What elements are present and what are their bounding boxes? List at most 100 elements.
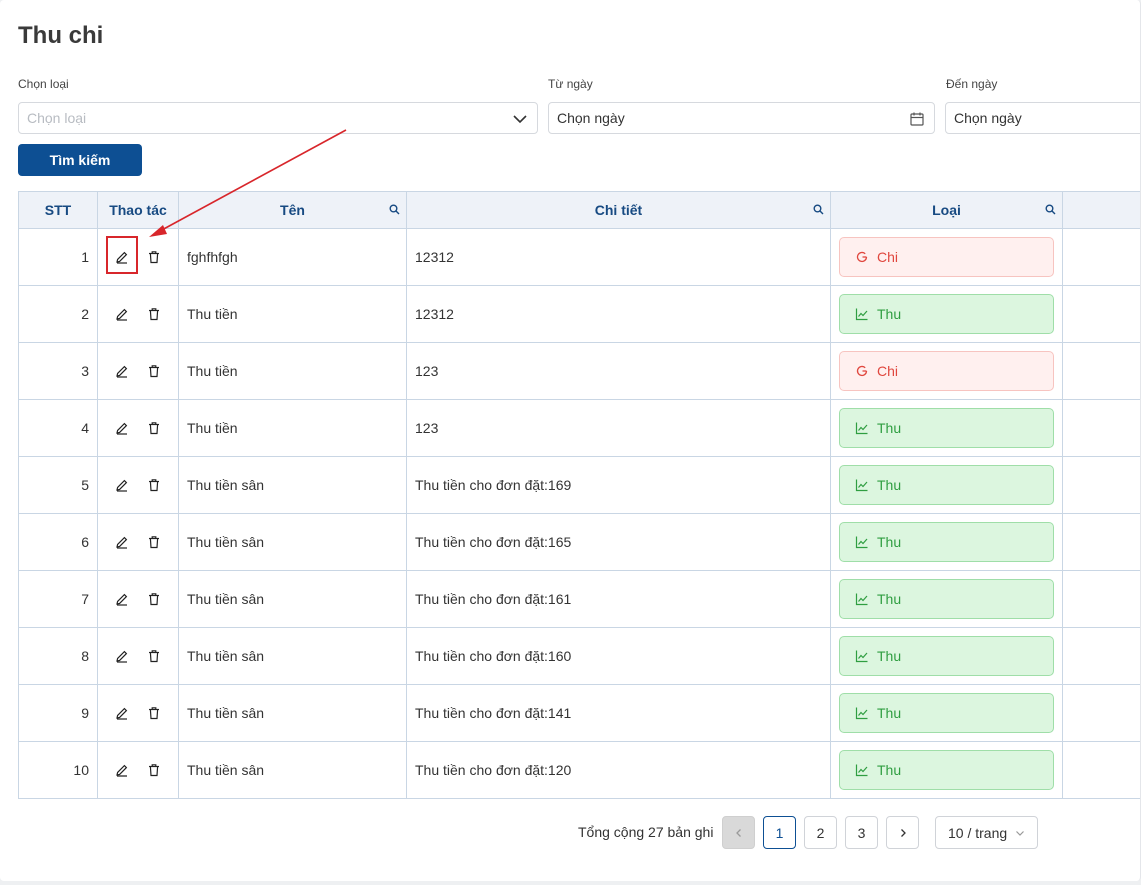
edit-button[interactable] [111,360,133,382]
row-actions [97,627,179,685]
row-actions [97,456,179,514]
row-detail: Thu tiền cho đơn đặt:169 [406,456,831,514]
edit-button[interactable] [111,702,133,724]
row-name: Thu tiền [178,285,407,343]
delete-button[interactable] [143,588,165,610]
col-type-label: Loại [932,202,961,218]
table-row: 2 Thu tiền 12312 Thu [18,285,1140,343]
row-type: Thu [830,684,1063,742]
delete-button[interactable] [143,303,165,325]
next-page-button[interactable] [886,816,919,849]
edit-button[interactable] [106,236,138,274]
type-select[interactable]: Chọn loại [18,102,538,134]
row-detail: 123 [406,399,831,457]
row-name: Thu tiền sân [178,627,407,685]
row-extra [1062,627,1140,685]
chevron-right-icon [900,828,906,837]
main-card: Thu chi Chọn loại Từ ngày Đến ngày Chọn … [0,0,1141,881]
row-actions [97,684,179,742]
type-badge: Thu [839,636,1054,676]
delete-button[interactable] [143,759,165,781]
from-date-input[interactable]: Chọn ngày [548,102,935,134]
row-type: Thu [830,285,1063,343]
search-icon[interactable] [1045,204,1056,215]
type-badge: Thu [839,693,1054,733]
type-filter-label: Chọn loại [18,77,69,91]
delete-button[interactable] [143,417,165,439]
table-row: 5 Thu tiền sân Thu tiền cho đơn đặt:169 Thu [18,456,1140,514]
type-select-placeholder: Chọn loại [27,110,87,126]
search-icon[interactable] [389,204,400,215]
row-name: Thu tiền [178,342,407,400]
search-icon[interactable] [813,204,824,215]
col-type: Loại [830,191,1063,229]
row-extra [1062,342,1140,400]
page-size-value: 10 / trang [948,824,1008,841]
page-button-3[interactable]: 3 [845,816,878,849]
delete-button[interactable] [143,474,165,496]
chevron-down-icon [1016,830,1025,836]
from-date-value: Chọn ngày [557,110,625,126]
row-detail: Thu tiền cho đơn đặt:161 [406,570,831,628]
income-chart-icon [855,707,868,720]
income-chart-icon [855,764,868,777]
page-button-2[interactable]: 2 [804,816,837,849]
delete-button[interactable] [143,645,165,667]
edit-button[interactable] [111,303,133,325]
trash-icon [149,479,159,492]
row-extra [1062,570,1140,628]
row-stt: 10 [18,741,98,799]
col-stt: STT [18,191,98,229]
edit-icon [116,764,128,777]
type-badge-label: Thu [877,420,902,436]
type-badge: Thu [839,294,1054,334]
edit-button[interactable] [111,417,133,439]
to-date-input[interactable]: Chọn ngày [945,102,1140,134]
edit-button[interactable] [111,474,133,496]
row-extra [1062,684,1140,742]
edit-icon [116,308,128,321]
edit-icon [116,650,128,663]
edit-button[interactable] [111,645,133,667]
edit-icon [116,365,128,378]
delete-button[interactable] [143,702,165,724]
delete-button[interactable] [143,531,165,553]
row-stt: 7 [18,570,98,628]
row-actions [97,399,179,457]
edit-icon [116,479,128,492]
edit-button[interactable] [111,759,133,781]
type-badge-label: Thu [877,477,902,493]
row-stt: 6 [18,513,98,571]
edit-button[interactable] [111,531,133,553]
trash-icon [149,650,159,663]
table-row: 8 Thu tiền sân Thu tiền cho đơn đặt:160 Thu [18,627,1140,685]
income-chart-icon [855,593,868,606]
type-badge-label: Chi [877,363,899,379]
to-date-label: Đến ngày [946,77,998,91]
search-button[interactable]: Tìm kiếm [18,144,142,176]
expense-icon [856,251,868,263]
row-detail: 12312 [406,228,831,286]
edit-highlight-box [106,236,138,274]
page-size-select[interactable]: 10 / trang [935,816,1038,849]
type-badge: Chi [839,237,1054,277]
table-row: 3 Thu tiền 123 Chi [18,342,1140,400]
edit-icon [116,707,128,720]
delete-button[interactable] [143,360,165,382]
row-actions [97,741,179,799]
page-button-1[interactable]: 1 [763,816,796,849]
table-row: 9 Thu tiền sân Thu tiền cho đơn đặt:141 Thu [18,684,1140,742]
row-stt: 8 [18,627,98,685]
to-date-value: Chọn ngày [954,110,1022,126]
prev-page-button[interactable] [722,816,755,849]
row-actions [97,342,179,400]
type-badge-label: Thu [877,306,902,322]
delete-button[interactable] [143,246,165,268]
row-name: Thu tiền sân [178,456,407,514]
edit-button[interactable] [111,588,133,610]
row-type: Chi [830,228,1063,286]
row-name: Thu tiền sân [178,513,407,571]
row-actions [97,513,179,571]
table-row: 10 Thu tiền sân Thu tiền cho đơn đặt:120 Th… [18,741,1140,799]
col-detail-label: Chi tiết [594,202,643,218]
